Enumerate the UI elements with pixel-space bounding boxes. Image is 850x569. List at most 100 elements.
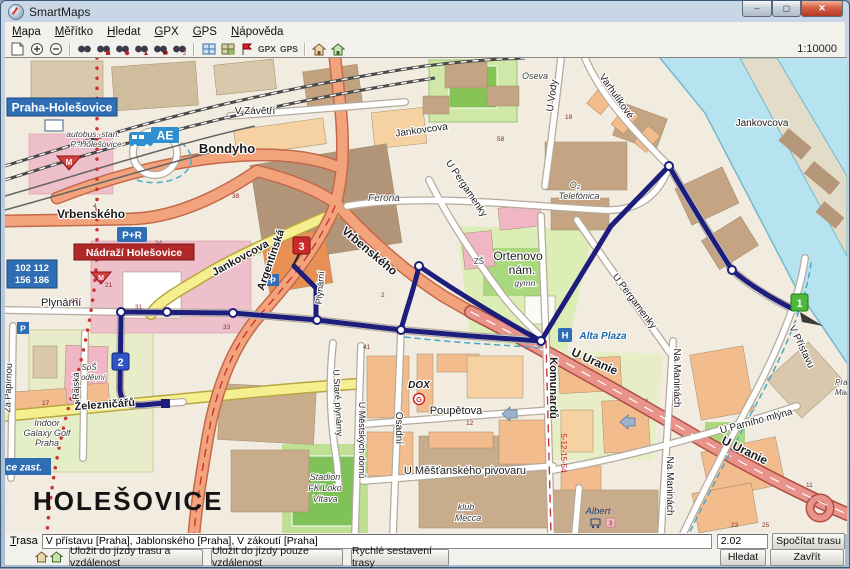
home-green-save-icon[interactable] [50,551,63,564]
district-label-holesovice: HOLEŠOVICE [33,486,223,516]
search-city-icon[interactable] [114,42,131,57]
home-icon[interactable] [311,42,328,57]
bus-numbers-row1: 102 112 [15,263,49,274]
marker-1-number: 1 [796,298,802,310]
stop-label-zast: ce zast. [6,463,42,474]
app-icon [8,4,24,20]
gallery-icon: G [416,395,422,404]
search-button[interactable]: Hledat [720,549,766,566]
maximize-button[interactable]: ◻ [772,1,801,17]
menu-bar: Mapa Měřítko Hledat GPX GPS Nápověda [5,22,845,42]
home-green-icon[interactable] [330,42,347,57]
street-label-komunardu: Komunardů [547,357,559,419]
poi-label-alta-plaza: Alta Plaza [578,331,627,342]
street-label-v-zavetri: V Závětří [235,106,276,117]
zoom-out-button[interactable] [47,42,64,57]
distance-field[interactable]: 2.02 [717,534,768,549]
poi-label-gymn: gymn. [514,278,537,288]
street-label-u-pergamenky-w: U Pergamenky [443,158,489,219]
parking-icon: P [20,324,26,334]
house-number: 31 [135,304,143,311]
app-window: SmartMaps – ◻ ✕ Mapa Měřítko Hledat GPX … [0,0,850,568]
toolbar-separator [304,43,306,56]
map-sheets-icon[interactable] [219,42,236,57]
house-number: 23 [731,522,739,529]
house-number: 33 [223,324,231,331]
metro-icon: M [98,275,104,282]
quick-route-button[interactable]: Rychlé sestavení trasy [351,549,449,566]
menu-gps[interactable]: GPS [186,24,224,40]
poi-label-indoor2: Galaxy Golf [23,428,72,438]
save-distance-button[interactable]: Uložit do jízdy pouze vzdálenost [211,549,343,566]
search-zip-icon[interactable] [152,42,169,57]
poi-label-stadion2: FK Loko [308,483,342,493]
flag-route-icon[interactable] [238,42,255,57]
zoom-in-button[interactable] [28,42,45,57]
poi-label-prag: Prag [835,378,847,387]
house-number: 24 [155,240,163,247]
metro-icon: M [66,158,73,167]
poi-label-zs: ZŠ [474,257,484,266]
search-address-icon[interactable] [76,42,93,57]
route-endpoint [161,399,170,408]
street-label-u-mestanskeho-pivovaru: U Měšťanského pivovaru [404,465,526,477]
house-number: 58 [497,136,505,143]
house-number: 4 [93,203,97,210]
search-coords-icon[interactable]: 2 [171,42,188,57]
menu-napoveda[interactable]: Nápověda [224,24,290,40]
station-label-nadrazi-holesovice: Nádraží Holešovice [86,247,182,259]
bus-numbers-row2: 156 186 [15,275,49,286]
street-label-bondyho: Bondyho [199,141,255,156]
poi-label-oseva: Oseva [522,71,548,81]
poi-label-stadion3: Vltava [312,494,337,504]
house-number: 21 [105,282,113,289]
house-number: 12 [466,420,474,427]
gpx-tool-label[interactable]: GPX [256,44,278,54]
street-label-osadni: Osadní [393,412,404,444]
new-map-button[interactable] [9,42,26,57]
tram-numbers-label: 5-12-15-54 [559,433,568,473]
ae-bus-label: AE [157,129,174,143]
close-button[interactable]: ✕ [801,1,843,17]
save-route-distance-button[interactable]: Uložit do jízdy trasu a vzdálenost [69,549,203,566]
street-label-jankovcova-ne: Jankovcova [736,118,789,129]
svg-text:2: 2 [183,51,187,56]
title-bar[interactable]: SmartMaps – ◻ ✕ [1,1,849,22]
home-save-icon[interactable] [35,551,48,564]
minimize-button[interactable]: – [742,1,772,17]
poi-label-ferona: Ferona [368,193,400,204]
marker-2-number: 2 [117,357,123,369]
bus-station-label-2: P.-Holešovice [70,139,122,149]
grid-view-icon[interactable] [200,42,217,57]
map-canvas[interactable]: Praha-Holešovice AE autobus. stan. P.-Ho… [5,58,847,534]
poi-label-indoor1: Indoor [34,418,61,428]
hotel-icon: H [562,331,569,342]
poi-label-sps1: SpŠ [81,363,97,372]
poi-label-sps2: oděvní [81,373,106,382]
toolbar-separator [193,43,195,56]
map-area: Praha-Holešovice AE autobus. stan. P.-Ho… [5,57,847,534]
house-number: 18 [565,114,573,121]
menu-meritko[interactable]: Měřítko [48,24,100,40]
street-label-na-maninach-n: Na Maninách [671,349,682,408]
house-number: 2 [381,292,385,299]
house-number: 38 [232,193,240,200]
street-label-u-pergamenky-e: U Pergamenky [610,272,659,331]
poi-label-albert: Albert [585,506,611,517]
street-label-rajska: Rajská [71,372,81,400]
search-poi-icon[interactable] [133,42,150,57]
compute-route-button[interactable]: Spočítat trasu [772,533,845,550]
close-dialog-button[interactable]: Zavřít [770,549,844,566]
toolbar: 2 GPX GPS 1:10000 [5,41,845,57]
marker-3-number: 3 [298,241,304,253]
menu-gpx[interactable]: GPX [147,24,185,40]
search-street-icon[interactable] [95,42,112,57]
map-scale: 1:10000 [797,43,837,55]
poi-label-stadion1: Stadion [310,472,341,482]
poi-label-telefonica: Telefónica [559,191,600,201]
gps-tool-label[interactable]: GPS [278,44,300,54]
route-field-label: Trasa [5,535,42,547]
menu-hledat[interactable]: Hledat [100,24,147,40]
window-title: SmartMaps [29,5,90,19]
menu-mapa[interactable]: Mapa [5,24,48,40]
